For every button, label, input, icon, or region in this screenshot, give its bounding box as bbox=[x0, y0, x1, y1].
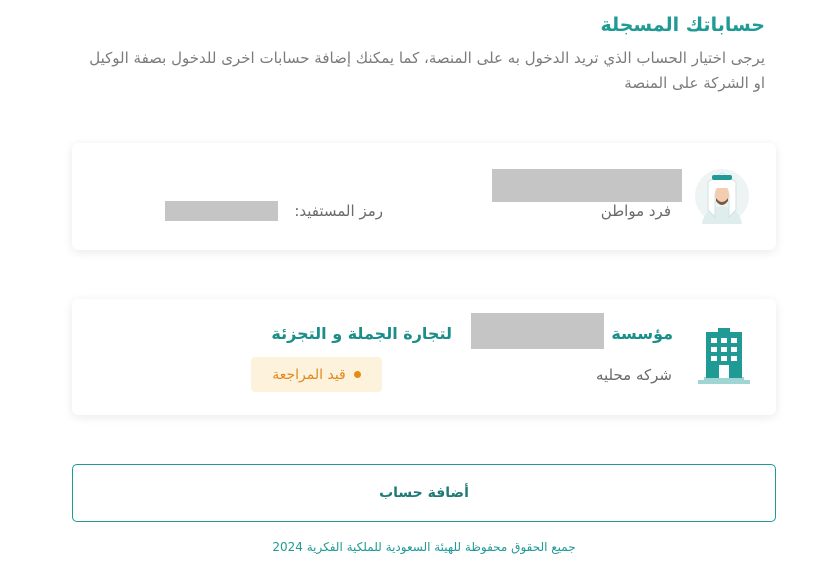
status-text: قيد المراجعة bbox=[272, 366, 346, 383]
citizen-avatar-icon bbox=[695, 169, 749, 224]
page: حساباتك المسجلة يرجى اختيار الحساب الذي … bbox=[0, 0, 833, 577]
add-account-label: أضافة حساب bbox=[379, 485, 469, 501]
status-dot-icon bbox=[353, 371, 361, 378]
account-card-company[interactable]: مؤسسة لتجارة الجملة و التجزئة شركه محليه… bbox=[72, 299, 776, 415]
building-icon bbox=[698, 328, 750, 384]
company-name-prefix: مؤسسة bbox=[611, 324, 673, 343]
account-type: فرد مواطن bbox=[600, 202, 671, 220]
company-type: شركه محليه bbox=[595, 366, 672, 384]
account-card-individual[interactable]: فرد مواطن رمز المستفيد: bbox=[72, 143, 776, 250]
company-name-suffix: لتجارة الجملة و التجزئة bbox=[271, 324, 452, 343]
beneficiary-code-label: رمز المستفيد: bbox=[294, 202, 383, 220]
add-account-button[interactable]: أضافة حساب bbox=[72, 464, 776, 522]
page-title: حساباتك المسجلة bbox=[600, 14, 765, 36]
account-name-redacted bbox=[492, 169, 682, 202]
company-name-redacted bbox=[471, 313, 604, 349]
status-badge: قيد المراجعة bbox=[251, 357, 382, 392]
page-description: يرجى اختيار الحساب الذي تريد الدخول به ع… bbox=[89, 49, 765, 92]
footer-copyright: جميع الحقوق محفوظة للهيئة السعودية للملك… bbox=[272, 540, 576, 554]
beneficiary-code-redacted bbox=[165, 201, 278, 221]
